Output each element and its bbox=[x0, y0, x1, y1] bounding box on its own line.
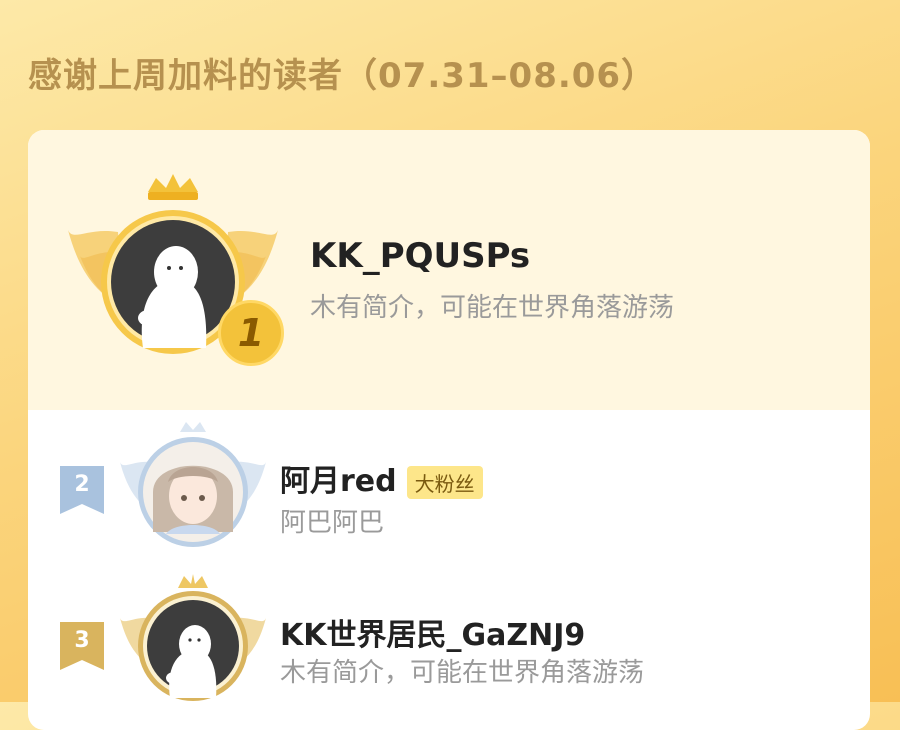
rank2-number: 2 bbox=[74, 472, 90, 497]
rank1-medal: 1 bbox=[218, 300, 284, 366]
rank3-bio: 木有简介，可能在世界角落游荡 bbox=[280, 658, 645, 688]
rank3-username[interactable]: KK世界居民_GaZNJ9 bbox=[280, 610, 585, 654]
rank1-bio: 木有简介，可能在世界角落游荡 bbox=[310, 293, 675, 323]
rank1-username[interactable]: KK_PQUSPs bbox=[310, 236, 530, 276]
silver-wings-icon bbox=[120, 422, 266, 547]
rank3-ribbon: 3 bbox=[60, 622, 104, 670]
rank2-username[interactable]: 阿月red bbox=[280, 464, 397, 499]
leaderboard-card: 1 KK_PQUSPs 木有简介，可能在世界角落游荡 2 阿月red 大粉丝 阿巴… bbox=[28, 130, 870, 730]
rank2-bio: 阿巴阿巴 bbox=[280, 508, 385, 538]
rank2-avatar-frame[interactable] bbox=[118, 422, 268, 552]
rank1-avatar-frame[interactable]: 1 bbox=[68, 172, 284, 372]
bronze-wings-crown-icon bbox=[120, 574, 266, 701]
rank2-ribbon: 2 bbox=[60, 466, 104, 514]
rank2-username-row: 阿月red 大粉丝 bbox=[280, 456, 483, 500]
rank3-avatar-frame[interactable] bbox=[118, 574, 268, 704]
super-fan-badge: 大粉丝 bbox=[406, 466, 483, 499]
page-title: 感谢上周加料的读者（07.31–08.06） bbox=[28, 56, 657, 96]
rank3-number: 3 bbox=[74, 628, 90, 653]
rank1-number: 1 bbox=[237, 311, 265, 355]
